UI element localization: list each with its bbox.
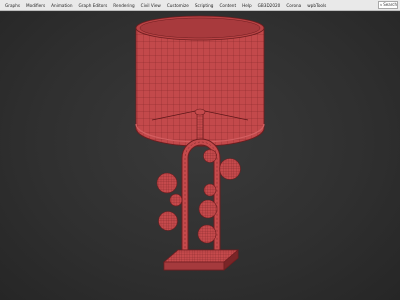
menu-gb3d2020[interactable]: GB3D2020 xyxy=(255,0,284,11)
menu-animation[interactable]: Animation xyxy=(48,0,75,11)
menu-modifiers[interactable]: Modifiers xyxy=(23,0,48,11)
menu-corona[interactable]: Corona xyxy=(283,0,304,11)
menu-scripting[interactable]: Scripting xyxy=(192,0,217,11)
menu-bar: Graphs Modifiers Animation Graph Editors… xyxy=(0,0,400,11)
menu-graphs[interactable]: Graphs xyxy=(2,0,23,11)
lamp-base xyxy=(163,249,239,271)
lamp-model xyxy=(135,15,265,271)
3d-viewport[interactable] xyxy=(0,12,400,300)
search-icon xyxy=(380,3,383,7)
menu-help[interactable]: Help xyxy=(239,0,255,11)
menu-customize[interactable]: Customize xyxy=(164,0,192,11)
menu-civil-view[interactable]: Civil View xyxy=(138,0,164,11)
menu-content[interactable]: Content xyxy=(216,0,239,11)
decor-spheres xyxy=(156,149,241,244)
menu-wpbtools[interactable]: wpbTools xyxy=(304,0,329,11)
menu-graph-editors[interactable]: Graph Editors xyxy=(76,0,111,11)
menu-rendering[interactable]: Rendering xyxy=(110,0,137,11)
search-label: Search xyxy=(383,2,397,7)
search-button[interactable]: Search xyxy=(378,1,398,9)
